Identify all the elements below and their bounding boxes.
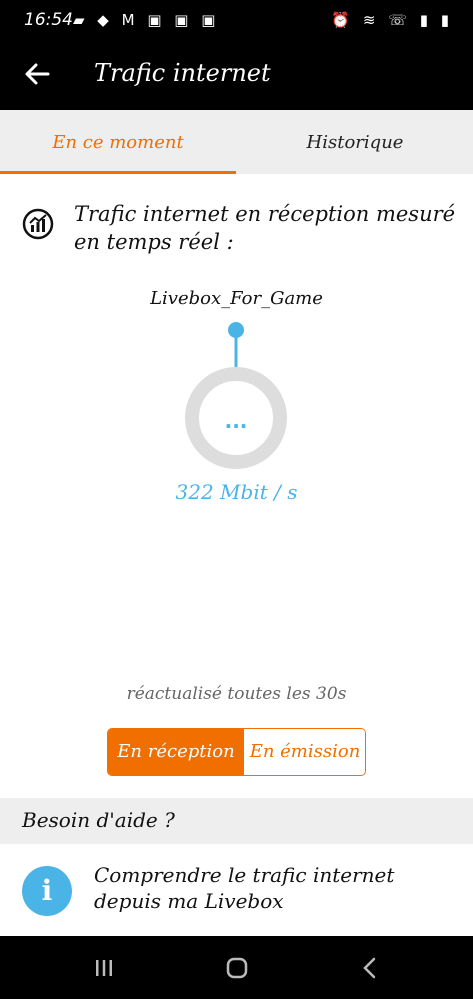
help-item-label: Comprendre le trafic internet depuis ma … bbox=[94, 863, 395, 913]
toggle-emission[interactable]: En émission bbox=[244, 729, 365, 775]
device-name: Livebox_For_Game bbox=[150, 288, 323, 309]
refresh-note: réactualisé toutes les 30s bbox=[126, 684, 347, 704]
tab-en-ce-moment[interactable]: En ce moment bbox=[0, 110, 236, 174]
tab-bar: En ce moment Historique bbox=[0, 110, 473, 174]
traffic-rate: 322 Mbit / s bbox=[175, 480, 298, 504]
status-bar: 16:54 ▰ ◆ M ▣ ▣ ▣ ⏰ ≋ ☏ ▮ ▮ bbox=[0, 0, 473, 42]
back-nav-icon[interactable] bbox=[356, 954, 384, 982]
realtime-heading-text: Trafic internet en réception mesuré en t… bbox=[74, 202, 456, 254]
traffic-gauge: ... bbox=[0, 318, 473, 488]
tab-historique[interactable]: Historique bbox=[237, 110, 473, 174]
help-header-label: Besoin d'aide ? bbox=[22, 808, 175, 832]
info-icon: i bbox=[22, 866, 72, 916]
system-icons: ⏰ ≋ ☏ ▮ ▮ bbox=[331, 11, 453, 29]
gauge-center-text: ... bbox=[225, 409, 248, 433]
toggle-reception[interactable]: En réception bbox=[108, 729, 244, 775]
traffic-chart-icon bbox=[22, 208, 54, 240]
app-bar: Trafic internet bbox=[0, 42, 473, 110]
notification-icons: ▰ ◆ M ▣ ▣ ▣ bbox=[73, 11, 220, 29]
help-item-comprendre[interactable]: i Comprendre le trafic internet depuis m… bbox=[0, 848, 473, 936]
home-icon[interactable] bbox=[223, 954, 251, 982]
help-section-header: Besoin d'aide ? bbox=[0, 798, 473, 844]
recent-apps-icon[interactable] bbox=[90, 954, 118, 982]
direction-toggle: En réception En émission bbox=[107, 728, 366, 776]
back-arrow-icon[interactable] bbox=[22, 59, 52, 89]
system-nav-bar bbox=[0, 936, 473, 999]
status-time: 16:54 bbox=[24, 10, 73, 30]
page-title: Trafic internet bbox=[94, 59, 271, 87]
